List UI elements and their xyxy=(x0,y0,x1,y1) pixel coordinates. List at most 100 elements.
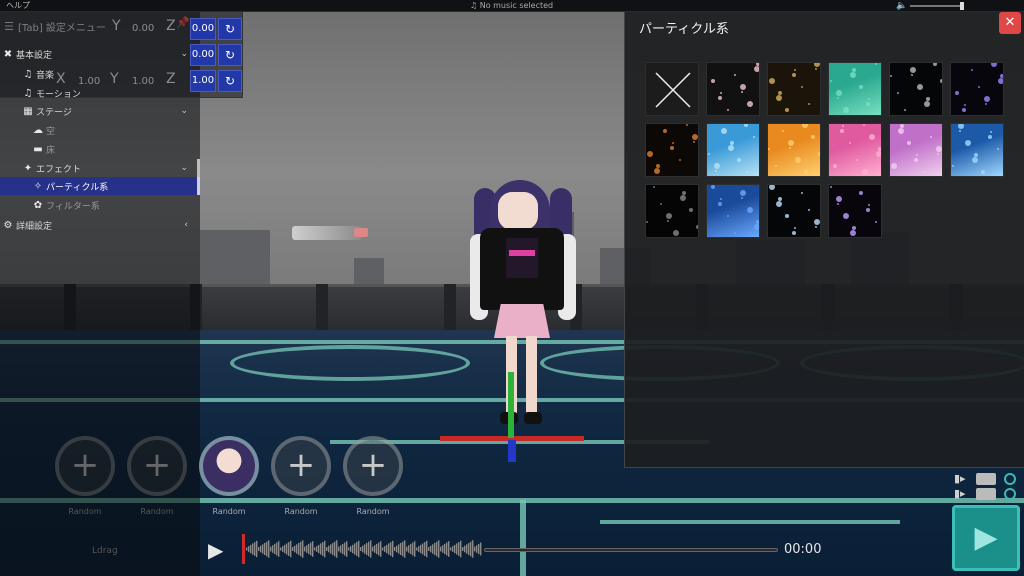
railing-post xyxy=(444,284,456,330)
add-avatar-button[interactable]: + xyxy=(127,436,187,496)
axis-z-label: Z xyxy=(166,18,176,34)
play-button[interactable]: ▶ xyxy=(952,505,1020,571)
particle-thumb-sakura[interactable] xyxy=(706,62,760,116)
chevron-down-icon: ⌄ xyxy=(180,106,188,116)
floating-object xyxy=(292,226,368,240)
timeline: ▶ 00:00 xyxy=(0,528,1024,576)
volume-slider[interactable] xyxy=(910,5,964,7)
position-y-value[interactable]: 0.00 xyxy=(132,23,154,34)
stage-icon: ▦ xyxy=(23,105,33,117)
menu-label: 詳細設定 xyxy=(16,221,53,232)
particle-thumb-sky-blue[interactable] xyxy=(706,123,760,177)
add-avatar-button[interactable]: + xyxy=(343,436,403,496)
menu-basic-settings[interactable]: ✖ 基本設定 ⌄ xyxy=(0,45,200,63)
play-icon[interactable]: ▶ xyxy=(208,538,223,562)
z-axis-handle[interactable] xyxy=(508,440,516,462)
time-display: 00:00 xyxy=(784,542,822,557)
particle-thumb-orange-bokeh[interactable] xyxy=(767,123,821,177)
menu-label: パーティクル系 xyxy=(46,182,109,193)
particle-thumb-light-rays[interactable] xyxy=(950,123,1004,177)
avatar-slot-filled[interactable] xyxy=(199,436,259,496)
add-avatar-button[interactable]: + xyxy=(271,436,331,496)
y-axis-handle[interactable] xyxy=(508,372,514,438)
close-button[interactable]: ✕ xyxy=(999,12,1021,34)
particle-thumb-stars-dark[interactable] xyxy=(889,62,943,116)
chevron-down-icon: ⌄ xyxy=(180,49,188,59)
particle-thumb-lavender[interactable] xyxy=(889,123,943,177)
floor-ring xyxy=(230,345,470,381)
camera-option-icon[interactable] xyxy=(1004,473,1016,485)
particle-thumb-pink[interactable] xyxy=(828,123,882,177)
menu-sky[interactable]: ☁ 空 xyxy=(0,121,200,139)
particle-thumb-purple-twinkle[interactable] xyxy=(828,184,882,238)
menu-advanced-settings[interactable]: ⚙ 詳細設定 ‹ xyxy=(0,216,200,234)
particle-thumb-none[interactable] xyxy=(645,62,699,116)
speaker-icon[interactable]: 🔈 xyxy=(896,0,907,12)
magic-wand-icon: ✦ xyxy=(23,162,33,174)
menu-stage[interactable]: ▦ ステージ ⌄ xyxy=(0,102,200,120)
tools-icon: ✖ xyxy=(3,48,13,60)
music-status-text: No music selected xyxy=(479,1,554,10)
slot-label: Random xyxy=(212,507,246,516)
sparkle-icon: ✧ xyxy=(33,180,43,192)
menu-label: エフェクト xyxy=(36,164,82,175)
menu-label: 床 xyxy=(46,145,56,156)
particle-thumb-embers[interactable] xyxy=(645,123,699,177)
menu-label: 基本設定 xyxy=(16,50,53,61)
shoe xyxy=(524,412,542,424)
menu-label: フィルター系 xyxy=(46,201,100,212)
menu-filters[interactable]: ✿ フィルター系 xyxy=(0,196,200,214)
camera-toggle[interactable] xyxy=(976,473,996,485)
particle-thumb-stars-purple[interactable] xyxy=(950,62,1004,116)
menu-label: 音楽 xyxy=(36,70,55,81)
gear-icon: ⚙ xyxy=(3,219,13,231)
menu-motion[interactable]: ♫ モーション xyxy=(0,84,200,102)
railing-post xyxy=(316,284,328,330)
floor-icon: ▬ xyxy=(33,143,43,155)
motion-icon: ♫ xyxy=(23,87,33,99)
particle-thumb-green-glow[interactable] xyxy=(828,62,882,116)
seek-bar[interactable] xyxy=(484,548,778,552)
particle-thumb-blue-sparkle[interactable] xyxy=(706,184,760,238)
skirt xyxy=(494,304,550,338)
particle-thumb-dark-streaks[interactable] xyxy=(645,184,699,238)
position-row: Y 0.00 Z 0.00 ↻ xyxy=(0,16,243,41)
axis-y-label: Y xyxy=(112,18,121,34)
reset-icon[interactable]: ↻ xyxy=(218,70,242,92)
slot-label: Random xyxy=(356,507,390,516)
music-note-icon: ♫ xyxy=(470,1,478,10)
chevron-down-icon: ⌄ xyxy=(180,163,188,173)
menu-floor[interactable]: ▬ 床 xyxy=(0,140,200,158)
position-z-field[interactable]: 0.00 xyxy=(190,18,216,40)
menu-label: 空 xyxy=(46,126,56,137)
volume-slider-knob[interactable] xyxy=(960,2,964,10)
face xyxy=(498,192,538,230)
particle-thumb-bokeh-warm[interactable] xyxy=(767,62,821,116)
playhead[interactable] xyxy=(242,534,245,564)
menu-particles[interactable]: ✧ パーティクル系 xyxy=(0,177,200,195)
menu-effects[interactable]: ✦ エフェクト ⌄ xyxy=(0,159,200,177)
camera-icon: ▮▸ xyxy=(954,472,966,485)
cloud-icon: ☁ xyxy=(33,124,43,136)
avatar-model[interactable] xyxy=(468,168,578,458)
slot-label: Random xyxy=(284,507,318,516)
particle-thumb-twinkle[interactable] xyxy=(767,184,821,238)
record-icon: ▮▸ xyxy=(954,487,966,500)
add-avatar-button[interactable]: + xyxy=(55,436,115,496)
particle-panel: パーティクル系 ✕ xyxy=(624,12,1024,468)
particle-panel-title: パーティクル系 xyxy=(639,22,729,37)
leg xyxy=(526,336,537,414)
filter-icon: ✿ xyxy=(33,199,43,211)
menu-label: ステージ xyxy=(36,107,72,118)
music-status: ♫ No music selected xyxy=(470,0,553,12)
menu-label: モーション xyxy=(36,89,81,100)
slot-label: Random xyxy=(140,507,174,516)
reset-icon[interactable]: ↻ xyxy=(218,18,242,40)
reset-icon[interactable]: ↻ xyxy=(218,44,242,66)
menu-music[interactable]: ♫ 音楽 xyxy=(0,65,200,83)
menu-bar: ヘルプ ♫ No music selected 🔈 xyxy=(0,0,1024,12)
record-option-icon[interactable] xyxy=(1004,488,1016,500)
help-menu[interactable]: ヘルプ xyxy=(6,0,30,12)
record-toggle[interactable] xyxy=(976,488,996,500)
waveform xyxy=(246,540,482,558)
